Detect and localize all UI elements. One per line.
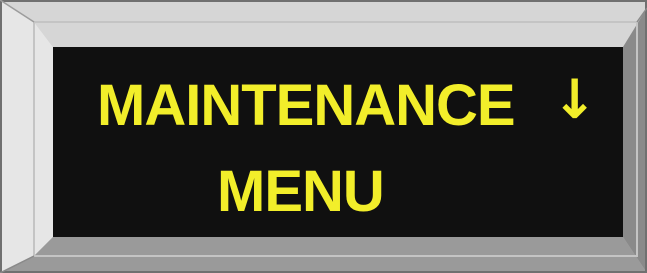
bezel-right-bevel — [623, 8, 647, 273]
display-line-1: MAINTENANCE — [97, 73, 516, 138]
lcd-screen: MAINTENANCE ↓ MENU — [53, 47, 623, 237]
bezel-left-bevel — [0, 0, 53, 273]
display-bezel: MAINTENANCE ↓ MENU — [0, 0, 647, 273]
display-line-2: MENU — [217, 159, 385, 224]
bezel-top-bevel — [0, 0, 647, 47]
arrow-down-icon: ↓ — [552, 68, 598, 131]
